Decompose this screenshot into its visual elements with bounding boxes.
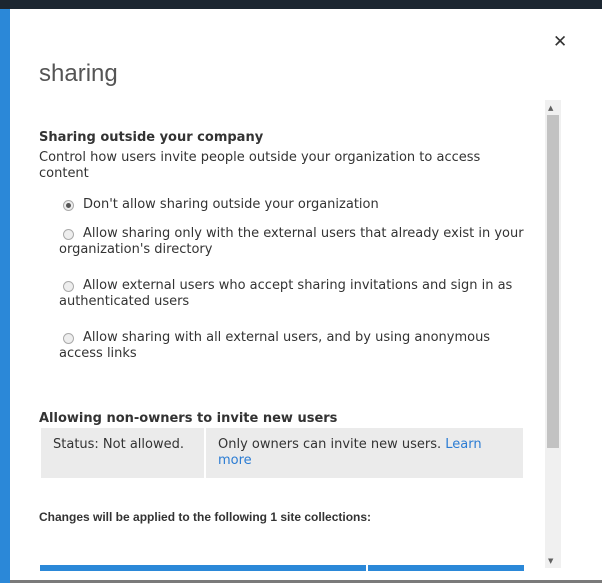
page-title: sharing [39, 60, 118, 87]
status-cell: Status: Not allowed. [41, 428, 204, 478]
radio-option-authenticated[interactable]: Allow external users who accept sharing … [59, 278, 529, 310]
scroll-down-icon[interactable]: ▼ [548, 557, 553, 565]
scroll-up-icon[interactable]: ▲ [548, 104, 553, 112]
radio-button[interactable] [63, 229, 74, 240]
scrollbar[interactable]: ▲ ▼ [545, 100, 561, 568]
radio-button[interactable] [63, 281, 74, 292]
scrollbar-thumb[interactable] [547, 115, 559, 448]
radio-option-existing-external[interactable]: Allow sharing only with the external use… [59, 226, 529, 258]
radio-option-no-external[interactable]: Don't allow sharing outside your organiz… [59, 197, 529, 213]
section-heading-external: Sharing outside your company [39, 130, 264, 145]
section-heading-invite: Allowing non-owners to invite new users [39, 411, 338, 426]
radio-button[interactable] [63, 333, 74, 344]
changes-heading: Changes will be applied to the following… [39, 510, 372, 524]
radio-option-anonymous[interactable]: Allow sharing with all external users, a… [59, 330, 529, 362]
left-accent-bar [0, 9, 10, 583]
invite-status-table: Status: Not allowed. Only owners can inv… [39, 426, 525, 480]
radio-button[interactable] [63, 200, 74, 211]
info-cell: Only owners can invite new users. Learn … [206, 428, 523, 478]
section-description: Control how users invite people outside … [39, 150, 481, 181]
site-collections-table-header [40, 565, 524, 571]
close-icon[interactable]: ✕ [553, 32, 567, 52]
dialog-content: Sharing outside your company Control how… [39, 130, 529, 524]
